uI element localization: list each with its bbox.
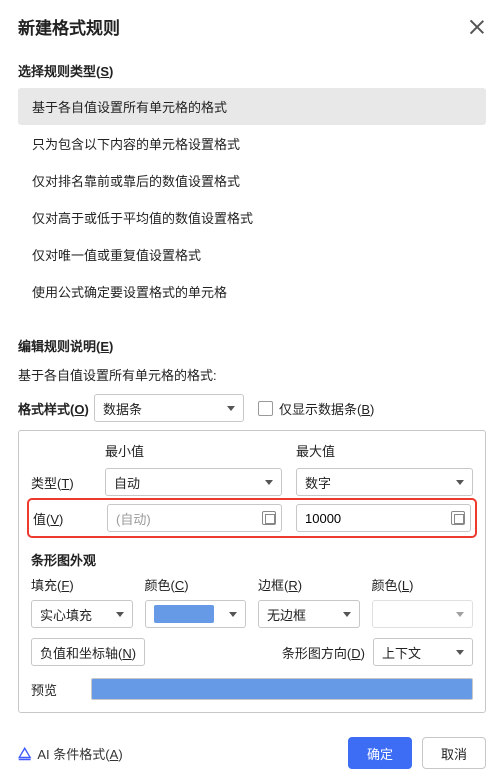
chevron-down-icon: [265, 480, 273, 485]
select-rule-type-label: 选择规则类型(S): [18, 61, 486, 80]
preview-label: 预览: [31, 680, 91, 699]
edit-rule-desc-label: 编辑规则说明(E): [18, 336, 486, 355]
direction-select[interactable]: 上下文: [373, 638, 473, 666]
chevron-down-icon: [343, 612, 351, 617]
titlebar: 新建格式规则: [18, 0, 486, 49]
direction-label: 条形图方向(D): [282, 643, 365, 662]
neg-axis-button[interactable]: 负值和坐标轴(N): [31, 638, 145, 666]
rule-type-item[interactable]: 仅对排名靠前或靠后的数值设置格式: [18, 162, 486, 199]
close-icon[interactable]: [468, 18, 486, 36]
border-label: 边框(R): [258, 575, 360, 594]
chevron-down-icon: [456, 612, 464, 617]
fill-label: 填充(F): [31, 575, 133, 594]
color1-label: 颜色(C): [145, 575, 247, 594]
format-style-row: 格式样式(O) 数据条 仅显示数据条(B): [18, 394, 486, 422]
ai-conditional-format-link[interactable]: ⧋ AI 条件格式(A): [18, 744, 123, 763]
ok-button[interactable]: 确定: [348, 737, 412, 769]
show-bar-only-label[interactable]: 仅显示数据条(B): [279, 399, 374, 418]
minmax-panel: 最小值 最大值 类型(T) 自动 数字 值(V): [18, 430, 486, 713]
edit-rule-desc-sub: 基于各自值设置所有单元格的格式:: [18, 365, 486, 384]
dialog-root: 新建格式规则 选择规则类型(S) 基于各自值设置所有单元格的格式 只为包含以下内…: [0, 0, 504, 783]
range-picker-icon[interactable]: [262, 511, 276, 525]
border-select[interactable]: 无边框: [258, 600, 360, 628]
rule-type-item[interactable]: 使用公式确定要设置格式的单元格: [18, 273, 486, 310]
rule-type-item[interactable]: 仅对唯一值或重复值设置格式: [18, 236, 486, 273]
bar-appearance-header: 条形图外观: [31, 550, 473, 569]
color2-select[interactable]: [372, 600, 474, 628]
preview-bar: [91, 678, 473, 700]
max-header: 最大值: [296, 441, 473, 460]
chevron-down-icon: [227, 406, 235, 411]
max-value-input[interactable]: [296, 504, 471, 532]
chevron-down-icon: [229, 612, 237, 617]
chevron-down-icon: [116, 612, 124, 617]
footer: ⧋ AI 条件格式(A) 确定 取消: [18, 719, 486, 769]
max-type-select[interactable]: 数字: [296, 468, 473, 496]
chevron-down-icon: [456, 480, 464, 485]
min-value-wrap: [107, 504, 282, 532]
preview-row: 预览: [31, 678, 473, 700]
fill-select[interactable]: 实心填充: [31, 600, 133, 628]
show-bar-only-checkbox[interactable]: [258, 401, 273, 416]
min-type-select[interactable]: 自动: [105, 468, 282, 496]
rule-type-item[interactable]: 只为包含以下内容的单元格设置格式: [18, 125, 486, 162]
cancel-button[interactable]: 取消: [422, 737, 486, 769]
range-picker-icon[interactable]: [451, 511, 465, 525]
chevron-down-icon: [456, 650, 464, 655]
color-swatch: [154, 605, 214, 623]
min-header: 最小值: [105, 441, 282, 460]
rule-type-item[interactable]: 基于各自值设置所有单元格的格式: [18, 88, 486, 125]
rule-type-item[interactable]: 仅对高于或低于平均值的数值设置格式: [18, 199, 486, 236]
value-row-highlight: 值(V): [27, 498, 477, 538]
max-value-wrap: [296, 504, 471, 532]
color2-label: 颜色(L): [372, 575, 474, 594]
rule-type-list: 基于各自值设置所有单元格的格式 只为包含以下内容的单元格设置格式 仅对排名靠前或…: [18, 88, 486, 310]
color1-select[interactable]: [145, 600, 247, 628]
ai-icon: ⧋: [18, 745, 31, 762]
min-value-input[interactable]: [107, 504, 282, 532]
format-style-select[interactable]: 数据条: [94, 394, 244, 422]
value-label: 值(V): [33, 509, 93, 528]
type-label: 类型(T): [31, 473, 91, 492]
dialog-title: 新建格式规则: [18, 14, 120, 39]
format-style-label: 格式样式(O): [18, 399, 94, 418]
